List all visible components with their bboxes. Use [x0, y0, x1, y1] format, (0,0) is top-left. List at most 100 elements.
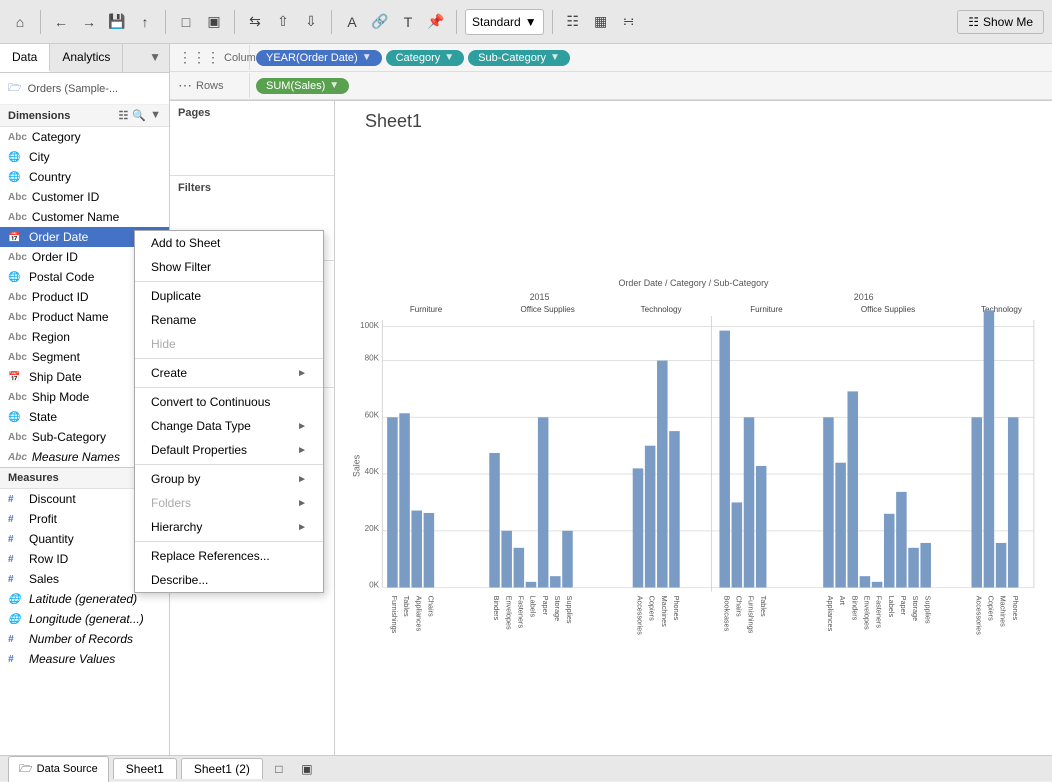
- field-number-records[interactable]: # Number of Records: [0, 629, 169, 649]
- menu-default-properties[interactable]: Default Properties ►: [135, 438, 323, 462]
- bar-tables-2015: [399, 413, 410, 587]
- field-hash-icon: #: [8, 654, 24, 665]
- bar-phones-2015: [669, 431, 680, 587]
- pill-sub-category[interactable]: Sub-Category ▼: [468, 50, 570, 66]
- menu-hide: Hide: [135, 332, 323, 356]
- bar-tables-2016: [756, 466, 767, 588]
- save-icon[interactable]: 💾: [105, 10, 129, 34]
- field-name: Customer ID: [32, 190, 99, 204]
- duplicate-icon[interactable]: ▣: [202, 10, 226, 34]
- field-name: Sales: [29, 572, 59, 586]
- home-icon[interactable]: ⌂: [8, 10, 32, 34]
- bar-fasteners-2016: [872, 582, 883, 588]
- xlabel-accessories-2015: Accessories: [636, 596, 645, 636]
- menu-item-label: Create: [151, 366, 187, 380]
- tab-analytics[interactable]: Analytics: [50, 44, 123, 72]
- collapse-icon[interactable]: ▼: [150, 109, 161, 122]
- field-name: Customer Name: [32, 210, 119, 224]
- xlabel-chairs-2016: Chairs: [734, 596, 743, 617]
- field-name: State: [29, 410, 57, 424]
- tab-sheet1[interactable]: Sheet1: [113, 758, 177, 779]
- text-icon[interactable]: T: [396, 10, 420, 34]
- field-customer-name[interactable]: Abc Customer Name: [0, 207, 169, 227]
- menu-add-to-sheet[interactable]: Add to Sheet: [135, 231, 323, 255]
- xlabel-machines-2016: Machines: [999, 596, 1008, 628]
- pill-year-order-date[interactable]: YEAR(Order Date) ▼: [256, 50, 382, 66]
- pill-close-icon[interactable]: ▼: [550, 52, 560, 63]
- highlight-icon[interactable]: A: [340, 10, 364, 34]
- xlabel-paper-2015: Paper: [541, 596, 550, 616]
- search-icon[interactable]: 🔍: [132, 109, 146, 122]
- tab-sheet1-2[interactable]: Sheet1 (2): [181, 758, 263, 779]
- back-icon[interactable]: ←: [49, 10, 73, 34]
- publish-icon[interactable]: ↑: [133, 10, 157, 34]
- menu-show-filter[interactable]: Show Filter: [135, 255, 323, 279]
- pill-sum-sales[interactable]: SUM(Sales) ▼: [256, 78, 349, 94]
- submenu-arrow-icon: ►: [297, 445, 307, 456]
- pill-category[interactable]: Category ▼: [386, 50, 465, 66]
- bar-paper-2016: [896, 492, 907, 588]
- pill-close-icon[interactable]: ▼: [444, 52, 454, 63]
- field-name: Row ID: [29, 552, 68, 566]
- field-longitude[interactable]: 🌐 Longitude (generat...): [0, 609, 169, 629]
- menu-convert-continuous[interactable]: Convert to Continuous: [135, 390, 323, 414]
- field-city[interactable]: 🌐 City: [0, 147, 169, 167]
- field-hash-icon: #: [8, 554, 24, 565]
- cat-office-2016: Office Supplies: [861, 305, 915, 314]
- duplicate-sheet-icon[interactable]: ▣: [295, 757, 319, 781]
- menu-describe[interactable]: Describe...: [135, 568, 323, 592]
- field-type-icon: Abc: [8, 392, 27, 403]
- field-globe-icon: 🌐: [8, 614, 24, 625]
- menu-duplicate[interactable]: Duplicate: [135, 284, 323, 308]
- cat-furniture-2015: Furniture: [410, 305, 443, 314]
- add-sheet-icon[interactable]: □: [267, 757, 291, 781]
- dropdown-arrow-icon: ▼: [525, 15, 537, 29]
- xlabel-paper-2016: Paper: [899, 596, 908, 616]
- field-globe-icon: 🌐: [8, 172, 24, 183]
- sort-desc-icon[interactable]: ⇩: [299, 10, 323, 34]
- context-menu: Add to Sheet Show Filter Duplicate Renam…: [134, 230, 324, 593]
- field-measure-values[interactable]: # Measure Values: [0, 649, 169, 669]
- columns-pills: YEAR(Order Date) ▼ Category ▼ Sub-Catego…: [250, 47, 1052, 69]
- forward-icon[interactable]: →: [77, 10, 101, 34]
- pin-icon[interactable]: 📌: [424, 10, 448, 34]
- field-category[interactable]: Abc Category: [0, 127, 169, 147]
- standard-dropdown[interactable]: Standard ▼: [465, 9, 544, 35]
- xlabel-phones-2016: Phones: [1011, 596, 1020, 621]
- pill-close-icon[interactable]: ▼: [329, 80, 339, 91]
- measures-label: Measures: [8, 472, 59, 484]
- columns-icon: ⋮⋮⋮: [178, 49, 220, 66]
- xlabel-supplies-2016: Supplies: [923, 596, 932, 624]
- bar-furnishings-2016: [744, 417, 755, 587]
- tab-data-source[interactable]: 🗁 Data Source: [8, 756, 109, 782]
- menu-create[interactable]: Create ►: [135, 361, 323, 385]
- sort-asc-icon[interactable]: ⇧: [271, 10, 295, 34]
- link-icon[interactable]: 🔗: [368, 10, 392, 34]
- tab-dropdown-arrow[interactable]: ▼: [141, 44, 169, 72]
- layout-icon[interactable]: ▦: [589, 10, 613, 34]
- new-worksheet-icon[interactable]: □: [174, 10, 198, 34]
- rows-pills: SUM(Sales) ▼: [250, 75, 1052, 97]
- xlabel-storage-2016: Storage: [911, 596, 920, 622]
- grid-icon[interactable]: ☷: [561, 10, 585, 34]
- bar-paper-2015: [538, 417, 549, 587]
- tab-data[interactable]: Data: [0, 44, 50, 72]
- show-me-button[interactable]: ☷ Show Me: [957, 10, 1044, 34]
- rows-shelf: ⋯ Rows SUM(Sales) ▼: [170, 72, 1052, 100]
- field-country[interactable]: 🌐 Country: [0, 167, 169, 187]
- xlabel-supplies-2015: Supplies: [565, 596, 574, 624]
- share-icon[interactable]: ∺: [617, 10, 641, 34]
- menu-change-data-type[interactable]: Change Data Type ►: [135, 414, 323, 438]
- dimensions-label: Dimensions: [8, 110, 70, 122]
- xlabel-bookcases-2016: Bookcases: [722, 596, 731, 632]
- database-icon: 🗁: [8, 79, 22, 98]
- pill-close-icon[interactable]: ▼: [362, 52, 372, 63]
- menu-rename[interactable]: Rename: [135, 308, 323, 332]
- bar-copiers-2015: [645, 446, 656, 588]
- menu-replace-references[interactable]: Replace References...: [135, 544, 323, 568]
- menu-hierarchy[interactable]: Hierarchy ►: [135, 515, 323, 539]
- swap-icon[interactable]: ⇆: [243, 10, 267, 34]
- menu-group-by[interactable]: Group by ►: [135, 467, 323, 491]
- grid-view-icon[interactable]: ☷: [119, 109, 129, 122]
- field-customer-id[interactable]: Abc Customer ID: [0, 187, 169, 207]
